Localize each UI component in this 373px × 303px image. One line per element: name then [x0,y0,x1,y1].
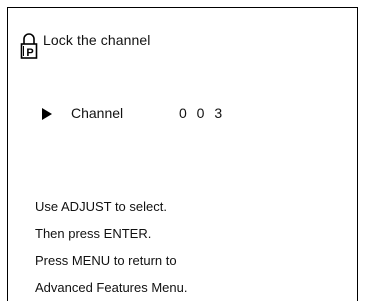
instruction-line: Then press ENTER. [35,226,152,241]
channel-row[interactable]: Channel 0 0 3 [42,105,302,125]
instruction-line: Advanced Features Menu. [35,280,188,295]
channel-label: Channel [71,105,124,121]
lock-icon-letter: P [26,47,33,59]
triangle-pointer-icon [42,108,52,120]
lock-icon: P [20,33,38,59]
screen-title: Lock the channel [43,32,151,48]
channel-number[interactable]: 0 0 3 [179,105,225,121]
instruction-line: Use ADJUST to select. [35,199,167,214]
osd-screen: P Lock the channel Channel 0 0 3 Use ADJ… [7,7,358,301]
instructions: Use ADJUST to select. Then press ENTER. … [35,193,187,301]
instruction-line: Press MENU to return to [35,253,177,268]
